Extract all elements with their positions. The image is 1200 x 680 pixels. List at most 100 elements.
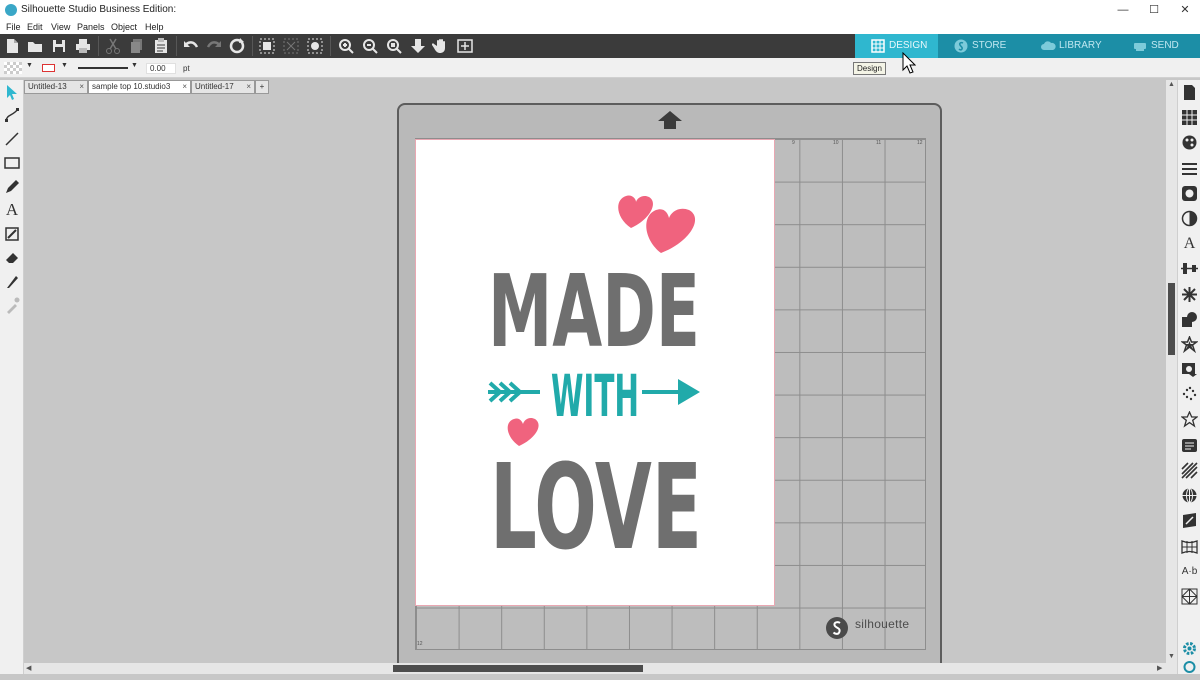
nesting-globe-icon[interactable] [1181, 487, 1198, 504]
tab-send[interactable]: SEND [1117, 34, 1200, 58]
grid-panel-icon[interactable] [1181, 109, 1198, 126]
menu-bar: File Edit View Panels Object Help [0, 20, 1200, 34]
cut-icon[interactable] [104, 37, 122, 55]
menu-help[interactable]: Help [145, 22, 164, 32]
doc-tab-untitled-17[interactable]: Untitled-17 × [191, 80, 255, 94]
line-width-unit: pt [183, 64, 190, 73]
minimize-button[interactable]: — [1108, 1, 1138, 19]
eyedropper-tool-icon[interactable] [3, 296, 21, 314]
print-icon[interactable] [74, 37, 92, 55]
undo-icon[interactable] [182, 37, 200, 55]
hatch-panel-icon[interactable] [1181, 588, 1198, 605]
line-width-input[interactable]: 0.00 [146, 63, 176, 74]
refresh-icon[interactable] [1181, 658, 1198, 673]
fill-dropdown-icon[interactable]: ▼ [26, 62, 33, 69]
line-color-dropdown-icon[interactable]: ▼ [61, 62, 68, 69]
sketch-panel-icon[interactable] [1181, 386, 1198, 403]
ungroup-icon[interactable] [282, 37, 300, 55]
color-palette-icon[interactable] [1181, 134, 1198, 151]
ruler-label: 11 [876, 140, 882, 146]
zoom-in-icon[interactable] [337, 37, 355, 55]
maximize-button[interactable]: ☐ [1139, 1, 1169, 19]
arrow-left-icon [488, 381, 540, 403]
menu-edit[interactable]: Edit [27, 22, 43, 32]
copy-icon[interactable] [128, 37, 146, 55]
paste-icon[interactable] [152, 37, 170, 55]
save-icon[interactable] [50, 37, 68, 55]
menu-file[interactable]: File [6, 22, 21, 32]
doc-tab-untitled-13[interactable]: Untitled-13 × [24, 80, 88, 94]
store-logo-icon [954, 39, 968, 53]
line-style-preview[interactable] [78, 67, 128, 69]
vertical-scrollbar[interactable]: ▲ ▼ [1166, 80, 1177, 663]
fill-color-swatch[interactable] [4, 62, 22, 74]
text-style-panel-icon[interactable]: A [1181, 235, 1198, 252]
fill-pattern-icon[interactable] [1181, 185, 1198, 202]
image-trace-tool-icon[interactable] [3, 225, 21, 243]
open-folder-icon[interactable] [26, 37, 44, 55]
knife-tool-icon[interactable] [3, 272, 21, 290]
warp-panel-icon[interactable] [1181, 538, 1198, 555]
redo-icon[interactable] [205, 37, 223, 55]
eraser-tool-icon[interactable] [3, 248, 21, 266]
group-icon[interactable] [258, 37, 276, 55]
design-text-with: WITH [551, 362, 639, 430]
horizontal-scrollbar[interactable]: ◀ ▶ [24, 663, 1177, 674]
replicate-panel-icon[interactable] [1181, 286, 1198, 303]
cut-border-icon[interactable] [1181, 512, 1198, 529]
arrow-right-icon [642, 379, 700, 405]
line-tool-icon[interactable] [3, 130, 21, 148]
tab-design[interactable]: DESIGN [855, 34, 938, 58]
feed-up-arrow-icon[interactable] [657, 110, 683, 135]
select-tool-icon[interactable] [3, 83, 21, 101]
scroll-right-icon[interactable]: ▶ [1157, 664, 1162, 672]
favorites-star-icon[interactable] [1180, 410, 1199, 428]
menu-object[interactable]: Object [111, 22, 137, 32]
doc-tab-sample-top-10[interactable]: sample top 10.studio3 × [88, 80, 191, 94]
text-tool-icon[interactable]: A [3, 201, 21, 219]
tab-library-label: LIBRARY [1059, 40, 1102, 51]
scroll-down-icon[interactable]: ▼ [1168, 653, 1175, 660]
close-tab-icon[interactable]: × [246, 81, 251, 93]
offset-panel-icon[interactable] [1180, 334, 1199, 354]
redraw-icon[interactable] [228, 37, 246, 55]
vertical-scroll-thumb[interactable] [1168, 283, 1175, 355]
transparency-icon[interactable] [1181, 210, 1198, 227]
align-panel-icon[interactable] [1181, 260, 1198, 277]
add-tab-button[interactable]: + [255, 80, 269, 94]
trace-panel-icon[interactable] [1181, 361, 1198, 378]
close-window-button[interactable]: ✕ [1170, 1, 1200, 19]
close-tab-icon[interactable]: × [79, 81, 84, 93]
menu-panels[interactable]: Panels [77, 22, 105, 32]
hand-tool-icon[interactable] [431, 37, 450, 55]
menu-view[interactable]: View [51, 22, 70, 32]
zoom-select-icon[interactable] [385, 37, 403, 55]
new-file-icon[interactable] [3, 37, 21, 55]
pan-down-icon[interactable] [409, 37, 427, 55]
text-warp-icon[interactable]: A·b [1181, 563, 1198, 580]
rectangle-tool-icon[interactable] [3, 154, 21, 172]
compound-path-icon[interactable] [306, 37, 324, 55]
pencil-tool-icon[interactable] [3, 178, 21, 196]
made-with-love-design[interactable]: MADE WITH LOVE [416, 140, 774, 605]
line-style-panel-icon[interactable] [1181, 160, 1198, 177]
mat-brand-label: silhouette [855, 617, 910, 631]
doc-tab-label: Untitled-17 [195, 82, 234, 91]
close-tab-icon[interactable]: × [182, 81, 187, 93]
scroll-up-icon[interactable]: ▲ [1168, 81, 1175, 88]
horizontal-scroll-thumb[interactable] [393, 665, 643, 672]
pattern-hatch-icon[interactable] [1181, 462, 1198, 479]
tab-library[interactable]: LIBRARY [1025, 34, 1117, 58]
tab-store[interactable]: STORE [938, 34, 1025, 58]
line-style-dropdown-icon[interactable]: ▼ [131, 62, 138, 69]
page-setup-icon[interactable] [1181, 84, 1198, 101]
scroll-left-icon[interactable]: ◀ [26, 664, 31, 672]
settings-gear-icon[interactable] [1181, 640, 1198, 657]
zoom-out-icon[interactable] [361, 37, 379, 55]
ruler-label: 12 [417, 641, 423, 647]
library-shapes-icon[interactable] [1181, 437, 1198, 454]
point-edit-tool-icon[interactable] [3, 106, 21, 124]
line-color-swatch[interactable] [42, 64, 55, 72]
modify-panel-icon[interactable] [1181, 311, 1198, 328]
fit-to-window-icon[interactable] [456, 37, 474, 55]
